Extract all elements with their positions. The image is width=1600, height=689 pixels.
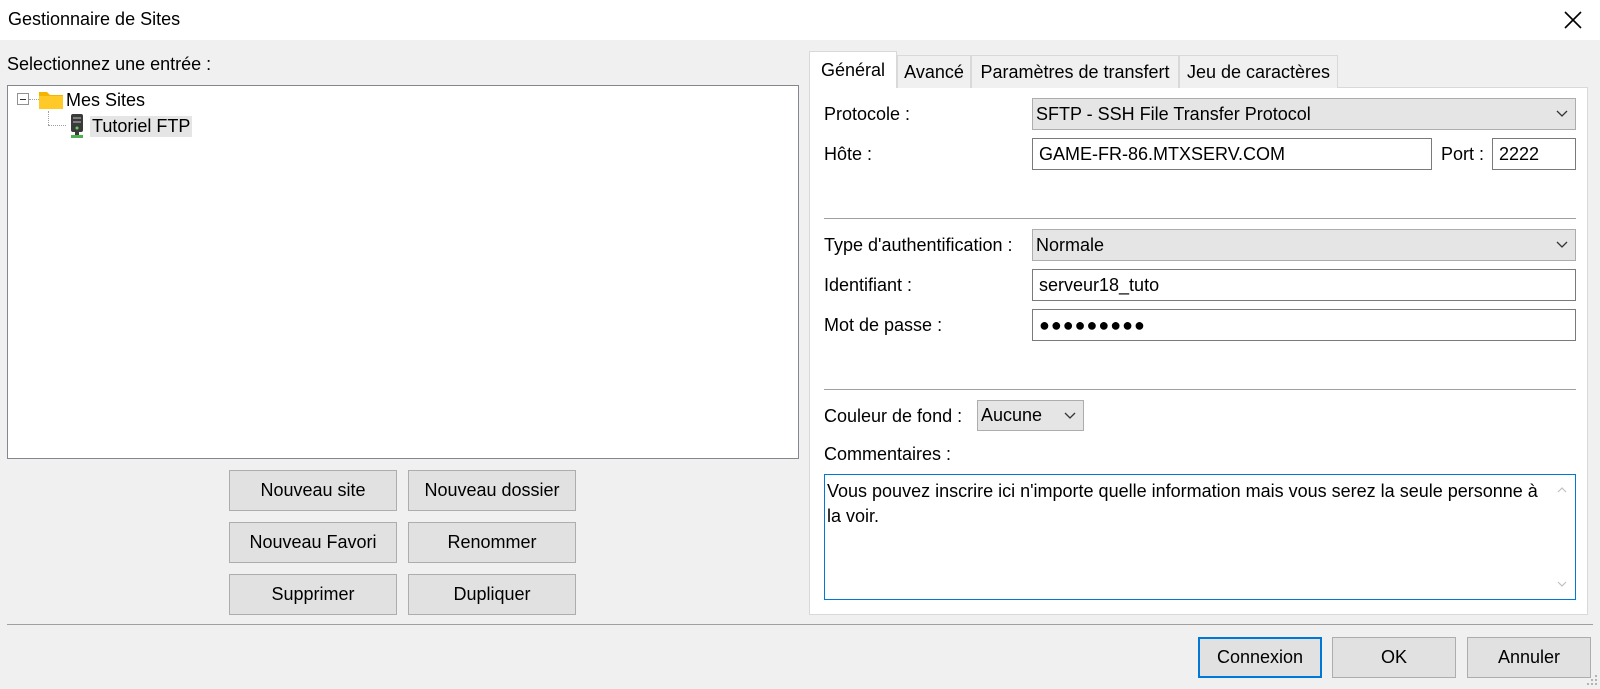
delete-button[interactable]: Supprimer xyxy=(229,574,397,615)
comments-textarea[interactable]: Vous pouvez inscrire ici n'importe quell… xyxy=(824,474,1576,600)
connect-button[interactable]: Connexion xyxy=(1198,637,1322,678)
separator xyxy=(824,218,1576,219)
scroll-up-icon xyxy=(1557,487,1567,493)
username-label: Identifiant : xyxy=(824,275,913,295)
comments-scrollbar[interactable] xyxy=(1549,475,1575,599)
auth-type-select-value: Normale xyxy=(1036,234,1105,255)
host-label: Hôte : xyxy=(824,144,873,164)
ok-button[interactable]: OK xyxy=(1332,637,1456,678)
new-folder-button[interactable]: Nouveau dossier xyxy=(408,470,576,511)
tree-connector xyxy=(48,125,66,126)
comments-text: Vous pouvez inscrire ici n'importe quell… xyxy=(827,481,1538,526)
chevron-down-icon xyxy=(1556,241,1568,248)
tab-transfer-settings[interactable]: Paramètres de transfert xyxy=(971,55,1179,88)
window-title: Gestionnaire de Sites xyxy=(8,9,181,29)
protocol-label: Protocole : xyxy=(824,104,911,124)
close-button[interactable] xyxy=(1546,0,1600,40)
cancel-button[interactable]: Annuler xyxy=(1467,637,1591,678)
site-tree[interactable]: Mes Sites Tutoriel FTP xyxy=(7,85,799,459)
scroll-down-icon xyxy=(1557,581,1567,587)
rename-button[interactable]: Renommer xyxy=(408,522,576,563)
comments-label: Commentaires : xyxy=(824,444,952,464)
new-bookmark-button[interactable]: Nouveau Favori xyxy=(229,522,397,563)
port-input[interactable]: 2222 xyxy=(1492,138,1576,170)
footer-separator xyxy=(7,624,1593,625)
server-icon xyxy=(71,114,83,138)
password-label: Mot de passe : xyxy=(824,315,943,335)
protocol-select-value: SFTP - SSH File Transfer Protocol xyxy=(1036,103,1311,124)
background-color-select[interactable]: Aucune xyxy=(977,400,1084,431)
background-color-label: Couleur de fond : xyxy=(824,406,963,426)
duplicate-button[interactable]: Dupliquer xyxy=(408,574,576,615)
tree-node-child-label[interactable]: Tutoriel FTP xyxy=(90,116,193,137)
port-label: Port : xyxy=(1441,144,1485,164)
separator xyxy=(824,389,1576,390)
auth-type-select[interactable]: Normale xyxy=(1032,229,1576,261)
select-entry-label: Selectionnez une entrée : xyxy=(7,54,212,74)
tree-node-child-icon-wrap xyxy=(69,113,85,139)
background-color-select-value: Aucune xyxy=(981,405,1043,425)
folder-icon xyxy=(39,92,63,109)
tab-advanced[interactable]: Avancé xyxy=(897,55,971,88)
username-input[interactable]: serveur18_tuto xyxy=(1032,269,1576,301)
auth-type-label: Type d'authentification : xyxy=(824,235,1013,255)
chevron-down-icon xyxy=(1556,110,1568,117)
close-icon xyxy=(1564,11,1582,29)
collapse-toggle[interactable] xyxy=(17,93,29,105)
new-site-button[interactable]: Nouveau site xyxy=(229,470,397,511)
password-input[interactable]: ●●●●●●●●● xyxy=(1032,309,1576,341)
tree-connector xyxy=(48,111,49,125)
tree-node-root[interactable] xyxy=(38,88,64,110)
tab-charset[interactable]: Jeu de caractères xyxy=(1179,55,1338,88)
tab-general[interactable]: Général xyxy=(809,51,897,88)
chevron-down-icon xyxy=(1064,412,1076,419)
protocol-select[interactable]: SFTP - SSH File Transfer Protocol xyxy=(1032,98,1576,130)
title-bar: Gestionnaire de Sites xyxy=(0,0,1600,40)
host-input[interactable]: GAME-FR-86.MTXSERV.COM xyxy=(1032,138,1432,170)
tree-node-root-label[interactable]: Mes Sites xyxy=(66,90,145,111)
resize-grip-icon[interactable] xyxy=(1586,674,1598,686)
